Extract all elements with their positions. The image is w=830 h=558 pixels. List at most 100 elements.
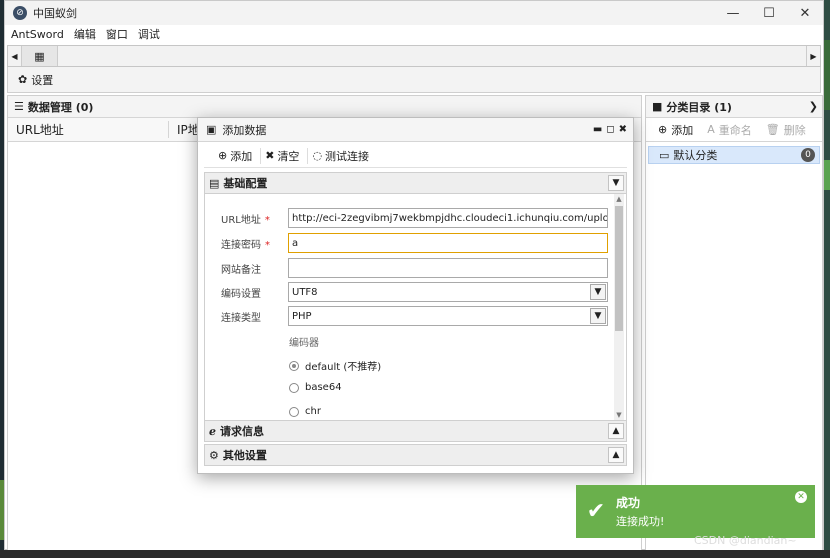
- success-toast: ✔ 成功 连接成功! ✕: [576, 485, 815, 538]
- url-label-text: URL地址: [221, 214, 261, 226]
- scroll-thumb[interactable]: [615, 206, 623, 331]
- encoder-radio-default[interactable]: default (不推荐): [289, 358, 381, 373]
- taskbar-strip: [0, 550, 830, 558]
- tab-home[interactable]: ▦: [22, 46, 58, 66]
- menu-bar: AntSword 编辑 窗口 调试: [5, 25, 823, 43]
- note-label: 网站备注: [221, 264, 261, 276]
- category-panel: ■ 分类目录 (1) ❯ ⊕ 添加 A 重命名 🗑 删除 ▭ 默认分类 0: [645, 95, 823, 551]
- gear-icon: ✿: [18, 73, 28, 86]
- dialog-toolbar: ⊕ 添加 ✖ 清空 ◌ 测试连接: [204, 144, 627, 168]
- scroll-down-icon[interactable]: ▼: [614, 410, 624, 420]
- dialog-minimize-button[interactable]: ▬: [593, 124, 602, 135]
- radio-dot-icon: [289, 360, 299, 371]
- basic-config-form: URL地址 * http://eci-2zegvibmj7wekbmpjdhc.c…: [204, 194, 627, 420]
- font-icon: A: [707, 123, 715, 136]
- chevron-down-icon[interactable]: ▼: [608, 175, 624, 191]
- app-logo-icon: ⊘: [13, 6, 27, 20]
- password-label: 连接密码 *: [221, 236, 291, 251]
- encoding-label: 编码设置: [221, 288, 261, 300]
- section-other-settings[interactable]: ⚙ 其他设置 ▲: [204, 444, 627, 466]
- dialog-close-button[interactable]: ✖: [619, 124, 627, 135]
- chevron-up-icon[interactable]: ▲: [608, 447, 624, 463]
- section-basic-config[interactable]: ▤ 基础配置 ▼: [204, 172, 627, 194]
- menu-debug[interactable]: 调试: [138, 26, 160, 42]
- type-label: 连接类型: [221, 312, 261, 324]
- section-basic-label: 基础配置: [223, 177, 268, 190]
- dialog-title-bar: ▣ 添加数据 ▬ ◻ ✖: [198, 118, 633, 142]
- section-request-info[interactable]: ℯ 请求信息 ▲: [204, 420, 627, 442]
- category-delete-label: 删除: [783, 123, 806, 137]
- data-panel-title: 数据管理 (0): [27, 100, 94, 114]
- toast-close-icon[interactable]: ✕: [795, 491, 807, 503]
- url-input[interactable]: http://eci-2zegvibmj7wekbmpjdhc.cloudeci…: [288, 208, 608, 228]
- dialog-add-label: 添加: [230, 149, 253, 163]
- type-value: PHP: [292, 310, 312, 322]
- close-button[interactable]: ✕: [787, 1, 823, 25]
- dialog-clear-button[interactable]: ✖ 清空: [261, 147, 309, 164]
- password-required-mark: *: [265, 239, 270, 251]
- category-add-button[interactable]: ⊕ 添加: [658, 122, 693, 138]
- title-bar: ⊘ 中国蚁剑 — ☐ ✕: [5, 1, 823, 25]
- scroll-up-icon[interactable]: ▲: [614, 194, 624, 204]
- checkmark-icon: ✔: [586, 499, 606, 524]
- toast-message: 连接成功!: [616, 515, 665, 528]
- folder-icon: ■: [652, 100, 663, 113]
- maximize-button[interactable]: ☐: [751, 1, 787, 25]
- encoder-radio-chr[interactable]: chr: [289, 406, 321, 417]
- x-icon: ✖: [265, 149, 275, 162]
- menu-edit[interactable]: 编辑: [74, 26, 96, 42]
- encoder-radio-base64[interactable]: base64: [289, 382, 342, 393]
- folder-outline-icon: ▭: [659, 148, 670, 162]
- note-input[interactable]: [288, 258, 608, 278]
- password-label-text: 连接密码: [221, 239, 261, 251]
- category-panel-header: ■ 分类目录 (1) ❯: [646, 96, 822, 118]
- minimize-button[interactable]: —: [715, 1, 751, 25]
- data-panel-header: ☰ 数据管理 (0): [8, 96, 641, 118]
- section-other-label: 其他设置: [222, 449, 267, 462]
- dialog-add-button[interactable]: ⊕ 添加: [214, 147, 262, 164]
- encoder-option-label: base64: [305, 382, 342, 393]
- section-request-label: 请求信息: [220, 425, 264, 438]
- category-count-badge: 0: [801, 148, 815, 162]
- spinner-icon: ◌: [312, 149, 323, 162]
- url-required-mark: *: [264, 214, 270, 226]
- encoder-option-label: default (不推荐): [305, 362, 382, 373]
- category-rename-label: 重命名: [718, 123, 752, 137]
- category-toolbar: ⊕ 添加 A 重命名 🗑 删除: [646, 118, 822, 142]
- radio-dot-icon: [289, 406, 299, 417]
- settings-button[interactable]: ✿ 设置: [18, 72, 53, 88]
- menu-antsword[interactable]: AntSword: [11, 28, 64, 41]
- add-data-dialog: ▣ 添加数据 ▬ ◻ ✖ ⊕ 添加 ✖ 清空 ◌ 测试连接 ▤ 基础配置 ▼ URL地…: [197, 117, 634, 474]
- encoding-select[interactable]: UTF8 ▼: [288, 282, 608, 302]
- menu-window[interactable]: 窗口: [106, 26, 128, 42]
- category-delete-button[interactable]: 🗑 删除: [766, 122, 806, 138]
- category-item[interactable]: ▭ 默认分类 0: [648, 146, 820, 164]
- window-icon: ▣: [206, 123, 217, 136]
- password-input[interactable]: a: [288, 233, 608, 253]
- encoder-label: 编码器: [289, 338, 319, 349]
- document-icon: ▤: [209, 176, 220, 190]
- ie-icon: ℯ: [209, 424, 216, 438]
- category-rename-button[interactable]: A 重命名: [707, 122, 752, 138]
- category-panel-title: 分类目录 (1): [666, 100, 732, 114]
- gears-icon: ⚙: [209, 448, 219, 462]
- column-url[interactable]: URL地址: [8, 121, 168, 138]
- settings-label: 设置: [31, 73, 54, 87]
- tab-scroll-left-icon[interactable]: ◀: [8, 46, 22, 66]
- chevron-up-icon[interactable]: ▲: [608, 423, 624, 439]
- dialog-clear-label: 清空: [277, 149, 300, 163]
- dialog-maximize-button[interactable]: ◻: [606, 124, 614, 135]
- trash-icon: 🗑: [765, 123, 780, 136]
- window-title: 中国蚁剑: [33, 7, 77, 20]
- settings-toolbar: ✿ 设置: [7, 67, 821, 93]
- encoder-option-label: chr: [305, 406, 321, 417]
- chevron-right-icon[interactable]: ❯: [809, 100, 818, 113]
- watermark: CSDN @diandian~: [694, 534, 797, 547]
- tab-scroll-right-icon[interactable]: ▶: [806, 46, 820, 66]
- test-connection-label: 测试连接: [325, 149, 370, 163]
- type-select[interactable]: PHP ▼: [288, 306, 608, 326]
- encoding-value: UTF8: [292, 286, 318, 298]
- column-ip[interactable]: IP地: [168, 121, 200, 138]
- form-scrollbar[interactable]: ▲ ▼: [614, 194, 624, 420]
- test-connection-button[interactable]: ◌ 测试连接: [308, 148, 377, 164]
